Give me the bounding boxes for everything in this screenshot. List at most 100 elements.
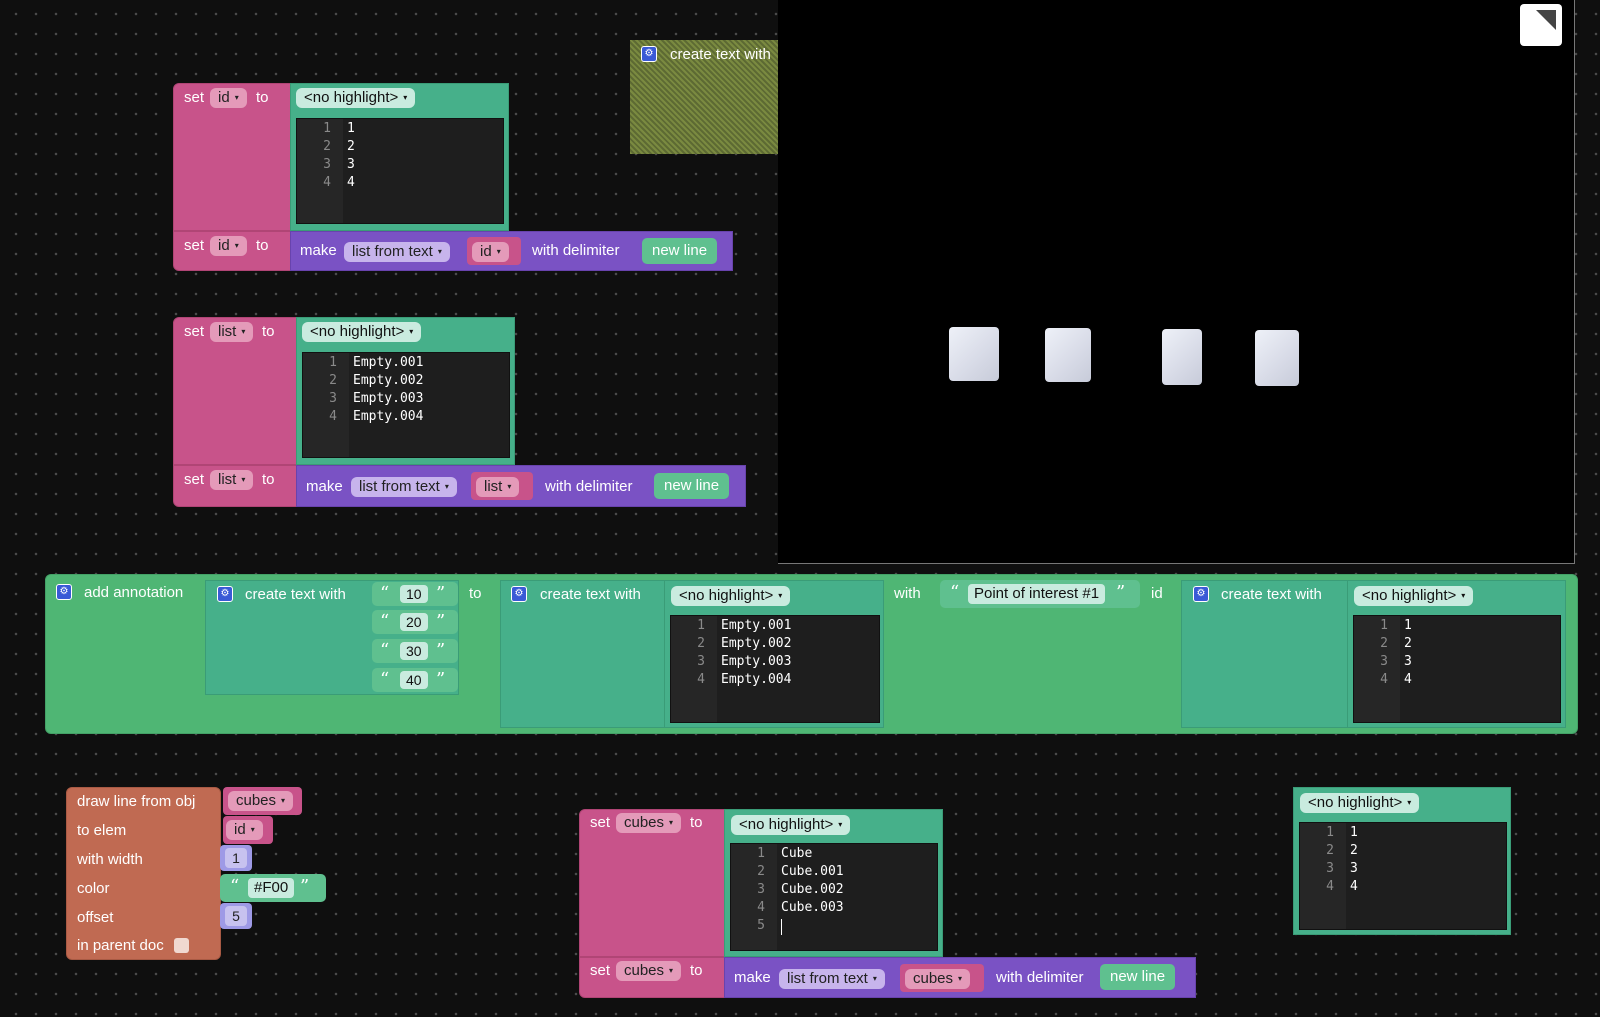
gear-icon[interactable]: ⚙ [217, 586, 233, 602]
variable-dropdown[interactable]: cubes ▾ [616, 961, 682, 981]
open-quote-icon: “ [380, 611, 390, 632]
cube-object[interactable] [1162, 329, 1202, 385]
standalone-text-editor-block[interactable]: <no highlight> ▾ 11 22 33 44 [1293, 787, 1511, 935]
make-list-block[interactable]: make list from text ▾ list ▾ with delimite… [296, 465, 746, 507]
to-elem-label: to elem [77, 822, 127, 839]
to-label: to [256, 237, 269, 254]
new-line-block[interactable]: new line [642, 238, 718, 264]
draw-line-block[interactable] [66, 787, 221, 960]
highlight-dropdown[interactable]: <no highlight> ▾ [731, 815, 851, 835]
code-editor[interactable]: 11 22 33 44 [296, 118, 504, 224]
text-item[interactable]: “ 40 ” [372, 668, 458, 692]
gear-icon[interactable]: ⚙ [1193, 586, 1209, 602]
variable-dropdown[interactable]: list ▾ [210, 322, 254, 342]
color-label: color [77, 880, 110, 897]
new-line-block[interactable]: new line [1100, 964, 1176, 990]
variable-dropdown[interactable]: id ▾ [472, 242, 509, 262]
with-width-label: with width [77, 851, 143, 868]
to-label: to [262, 323, 275, 340]
text-editor-block[interactable]: <no highlight> ▾ 1 Cube 2 Cube.001 3 Cube.00… [724, 809, 943, 957]
highlight-dropdown[interactable]: <no highlight> ▾ [671, 586, 791, 606]
variable-dropdown[interactable]: list ▾ [476, 477, 520, 497]
point-text[interactable]: Point of interest #1 [968, 584, 1106, 604]
text-item[interactable]: “ 30 ” [372, 639, 458, 663]
number-text[interactable]: 20 [400, 613, 428, 631]
to-label: to [690, 814, 703, 831]
code-line: Cube.002 [781, 882, 844, 897]
text-editor-block[interactable]: <no highlight> ▾ 1 Empty.001 2 Empty.002 3E… [664, 580, 884, 728]
code-editor[interactable]: 11 22 33 44 [1299, 822, 1507, 930]
highlight-dropdown[interactable]: <no highlight> ▾ [1300, 793, 1420, 813]
create-text-label: create text with [1221, 586, 1322, 603]
with-delimiter-label: with delimiter [996, 969, 1084, 986]
code-editor[interactable]: 1 Empty.001 2 Empty.002 3 Empty.003 4 Empty.… [302, 352, 510, 458]
make-list-block[interactable]: make list from text ▾ cubes ▾ with delimit… [724, 957, 1196, 998]
cube-object[interactable] [1045, 328, 1091, 382]
dropdown-arrow-icon: ▾ [234, 93, 239, 103]
in-parent-doc-checkbox[interactable] [174, 938, 189, 953]
text-item[interactable]: “ 10 ” [372, 582, 458, 606]
color-value-text[interactable]: #F00 [248, 878, 295, 898]
width-input[interactable]: 1 [225, 848, 247, 868]
to-label: to [690, 962, 703, 979]
close-quote-icon: ” [436, 611, 446, 632]
variable-dropdown[interactable]: cubes ▾ [616, 813, 682, 833]
close-quote-icon: ” [436, 669, 446, 690]
code-line: Cube.003 [781, 900, 844, 915]
new-line-block[interactable]: new line [654, 473, 730, 499]
offset-input[interactable]: 5 [225, 906, 247, 926]
color-text-block[interactable]: “ #F00 ” [220, 874, 326, 902]
number-text[interactable]: 40 [400, 671, 428, 689]
from-obj-dropdown[interactable]: cubes ▾ [228, 791, 294, 811]
variable-dropdown[interactable]: id ▾ [210, 88, 247, 108]
cube-object[interactable] [1255, 330, 1299, 386]
make-mode-dropdown[interactable]: list from text ▾ [351, 477, 457, 497]
create-text-label: create text with [540, 586, 641, 603]
3d-viewport[interactable] [778, 0, 1575, 564]
code-line: 3 [1404, 654, 1412, 669]
to-label: to [262, 471, 275, 488]
make-list-block[interactable]: make list from text ▾ id ▾ with delimiter … [290, 231, 733, 271]
text-editor-block[interactable]: <no highlight> ▾ 1 Empty.001 2 Empty.002 3E… [296, 317, 515, 465]
gear-icon[interactable]: ⚙ [641, 46, 657, 62]
close-quote-icon: ” [1116, 582, 1126, 603]
code-line: Empty.001 [353, 355, 424, 370]
point-text-block[interactable]: “ Point of interest #1 ” [940, 580, 1140, 608]
highlight-dropdown[interactable]: <no highlight> ▾ [296, 88, 416, 108]
fullscreen-corner-icon[interactable] [1520, 4, 1562, 46]
text-item[interactable]: “ 20 ” [372, 610, 458, 634]
code-line: Cube [781, 846, 813, 861]
code-line: 4 [1350, 879, 1358, 894]
code-editor[interactable]: 11 22 33 44 [1353, 615, 1561, 723]
add-annotation-label: add annotation [84, 584, 184, 601]
make-mode-dropdown[interactable]: list from text ▾ [344, 242, 450, 262]
variable-dropdown[interactable]: cubes ▾ [905, 969, 971, 989]
code-editor[interactable]: 1 Empty.001 2 Empty.002 3 Empty.003 4 Empty.… [670, 615, 880, 723]
highlight-dropdown[interactable]: <no highlight> ▾ [302, 322, 422, 342]
to-elem-dropdown[interactable]: id ▾ [226, 820, 263, 840]
code-line: 2 [347, 139, 355, 154]
gear-icon[interactable]: ⚙ [511, 586, 527, 602]
make-mode-dropdown[interactable]: list from text ▾ [779, 969, 885, 989]
gear-icon[interactable]: ⚙ [56, 584, 72, 600]
set-label: set [184, 237, 205, 254]
variable-dropdown[interactable]: list ▾ [210, 470, 254, 490]
close-quote-icon: ” [436, 640, 446, 661]
cube-object[interactable] [949, 327, 999, 381]
code-line: 4 [347, 175, 355, 190]
text-editor-block[interactable]: <no highlight> ▾ 11 22 33 44 [290, 83, 509, 231]
number-text[interactable]: 10 [400, 585, 428, 603]
number-text[interactable]: 30 [400, 642, 428, 660]
set-label: set [184, 471, 205, 488]
code-line: 4 [1404, 672, 1412, 687]
code-editor[interactable]: 1 Cube 2 Cube.001 3 Cube.002 4 Cube.003 5 [730, 843, 938, 951]
highlight-dropdown[interactable]: <no highlight> ▾ [1354, 586, 1474, 606]
offset-label: offset [77, 909, 114, 926]
variable-dropdown[interactable]: id ▾ [210, 236, 247, 256]
close-quote-icon: ” [300, 876, 310, 897]
with-delimiter-label: with delimiter [545, 478, 633, 495]
open-quote-icon: “ [380, 583, 390, 604]
create-text-label: create text with [245, 586, 346, 603]
draw-line-label: draw line from obj [77, 793, 196, 810]
text-editor-block[interactable]: <no highlight> ▾ 11 22 33 44 [1347, 580, 1566, 728]
